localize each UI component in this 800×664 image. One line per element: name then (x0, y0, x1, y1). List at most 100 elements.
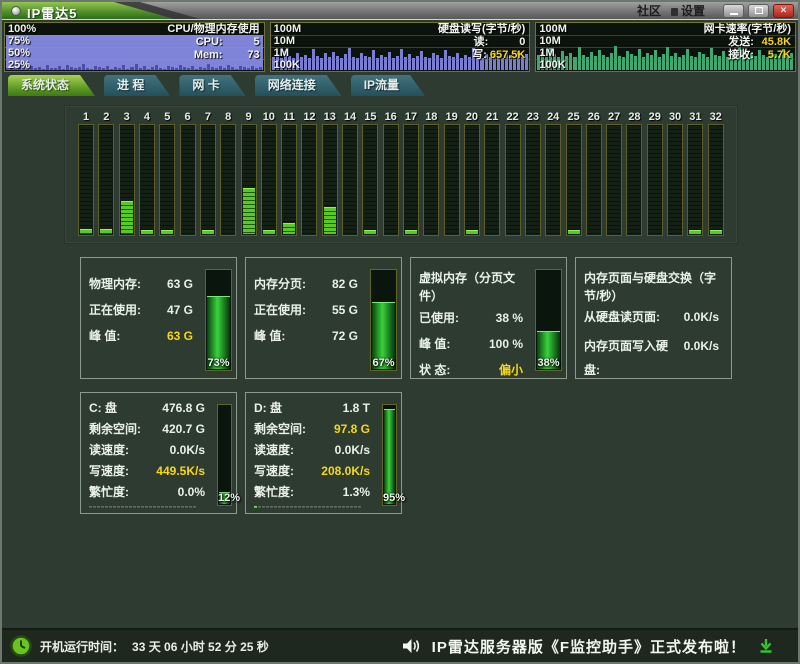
mem-value-row: Mem: 73 (194, 49, 260, 61)
core-bar-22: 22 (505, 111, 521, 236)
stat-value: 47 G (167, 297, 201, 323)
stat-label: 内存页面写入硬盘: (584, 334, 684, 382)
usage-vertical-bar: 67% (370, 269, 397, 371)
maximize-button[interactable] (748, 4, 769, 18)
core-usage-fill (100, 229, 112, 235)
tab-进程[interactable]: 进 程 (104, 75, 170, 96)
core-number: 4 (139, 111, 155, 124)
stat-value: 449.5K/s (156, 461, 213, 482)
stat-row: 状 态:偏小 (419, 357, 531, 383)
stat-label: 已使用: (419, 305, 459, 331)
core-usage-tube (342, 124, 358, 236)
stat-label: C: 盘 (89, 398, 117, 419)
core-number: 8 (220, 111, 236, 124)
core-number: 32 (708, 111, 724, 124)
core-number: 9 (241, 111, 257, 124)
core-usage-tube (362, 124, 378, 236)
core-usage-tube (78, 124, 94, 236)
net-recv-row: 接收: 5.7K (728, 49, 791, 61)
core-bar-21: 21 (484, 111, 500, 236)
core-bar-24: 24 (545, 111, 561, 236)
stat-value: 0.0K/s (684, 334, 727, 382)
uptime-block: 开机运行时间： 33 天 06 小时 52 分 25 秒 (10, 635, 269, 657)
stat-row: 峰 值:63 G (89, 323, 201, 349)
core-usage-fill (324, 207, 336, 235)
core-number: 27 (606, 111, 622, 124)
stat-label: 正在使用: (89, 297, 141, 323)
stat-value: 97.8 G (334, 419, 378, 440)
speaker-icon[interactable] (402, 638, 420, 654)
core-usage-tube (687, 124, 703, 236)
core-number: 11 (281, 111, 297, 124)
usage-percent-label: 38% (536, 357, 561, 369)
core-bar-17: 17 (403, 111, 419, 236)
community-button[interactable]: 社区 (637, 2, 661, 19)
stat-value: 1.3% (343, 482, 378, 503)
disk-panels-row: C: 盘476.8 G剩余空间:420.7 G读速度:0.0K/s写速度:449… (80, 392, 798, 514)
stat-label: 剩余空间: (89, 419, 141, 440)
tab-IP流量[interactable]: IP流量 (351, 75, 425, 96)
net-send-row: 发送: 45.8K (728, 36, 791, 48)
core-number: 6 (180, 111, 196, 124)
core-bar-4: 4 (139, 111, 155, 236)
core-usage-tube (626, 124, 642, 236)
stat-value: 55 G (332, 297, 366, 323)
memory-panel-3: 虚拟内存（分页文件）已使用:38 %峰 值:100 %状 态:偏小38% (410, 257, 567, 379)
memory-panels-row: 物理内存:63 G正在使用:47 G峰 值:63 G73%内存分页:82 G正在… (80, 257, 798, 379)
minimize-icon (730, 13, 738, 15)
stat-row: 峰 值:72 G (254, 323, 366, 349)
scale-label: 50% (8, 47, 36, 59)
announcement-link[interactable]: IP雷达服务器版《F监控助手》正式发布啦！ (432, 636, 746, 657)
core-usage-tube (525, 124, 541, 236)
titlebar: IP雷达5 社区 设置 ✕ (2, 2, 798, 20)
core-usage-fill (243, 188, 255, 234)
core-bar-10: 10 (261, 111, 277, 236)
stat-label: 剩余空间: (254, 419, 306, 440)
stat-value: 72 G (332, 323, 366, 349)
stat-value: 63 G (167, 271, 201, 297)
core-bar-20: 20 (464, 111, 480, 236)
close-button[interactable]: ✕ (773, 4, 794, 18)
core-usage-tube (220, 124, 236, 236)
core-bar-11: 11 (281, 111, 297, 236)
disk-graph-scale: 100M10M1M100K (274, 23, 302, 71)
minimize-button[interactable] (723, 4, 744, 18)
settings-button[interactable]: 设置 (671, 2, 705, 19)
core-number: 24 (545, 111, 561, 124)
usage-percent-label: 67% (371, 357, 396, 369)
settings-icon (671, 6, 678, 16)
core-usage-tube (606, 124, 622, 236)
usage-vertical-bar: 95% (382, 404, 397, 506)
core-number: 3 (119, 111, 135, 124)
stat-label: 繁忙度: (89, 482, 129, 503)
stat-row: 内存页面写入硬盘:0.0K/s (584, 334, 727, 382)
stat-label: D: 盘 (254, 398, 282, 419)
core-number: 17 (403, 111, 419, 124)
stat-row: 剩余空间: 97.8 G (254, 419, 378, 440)
core-usage-tube (119, 124, 135, 236)
core-number: 31 (687, 111, 703, 124)
tab-系统状态[interactable]: 系统状态 (8, 75, 95, 96)
core-number: 14 (342, 111, 358, 124)
disk-graph-title: 硬盘读写(字节/秒) (438, 23, 525, 35)
clock-icon (10, 635, 32, 657)
core-bar-2: 2 (98, 111, 114, 236)
disk-panel-2: D: 盘1.8 T剩余空间:97.8 G读速度:0.0K/s写速度:208.0K… (245, 392, 402, 514)
usage-percent-label: 12% (218, 492, 231, 504)
scale-label: 100M (539, 23, 567, 35)
core-usage-fill (466, 230, 478, 234)
scale-label: 10M (274, 35, 302, 47)
stat-value: 476.8 G (162, 398, 213, 419)
core-usage-tube (403, 124, 419, 236)
stat-label: 繁忙度: (254, 482, 294, 503)
network-graph-title: 网卡速率(字节/秒) (704, 23, 791, 35)
core-usage-tube (241, 124, 257, 236)
stat-value: 420.7 G (162, 419, 213, 440)
core-usage-fill (141, 230, 153, 234)
disk-read-row: 读: 0 (474, 36, 526, 48)
tab-网络连接[interactable]: 网络连接 (255, 75, 342, 96)
stat-label: 内存分页: (254, 271, 306, 297)
tab-网卡[interactable]: 网 卡 (179, 75, 245, 96)
download-icon[interactable] (758, 638, 774, 654)
busy-meter (254, 506, 378, 508)
